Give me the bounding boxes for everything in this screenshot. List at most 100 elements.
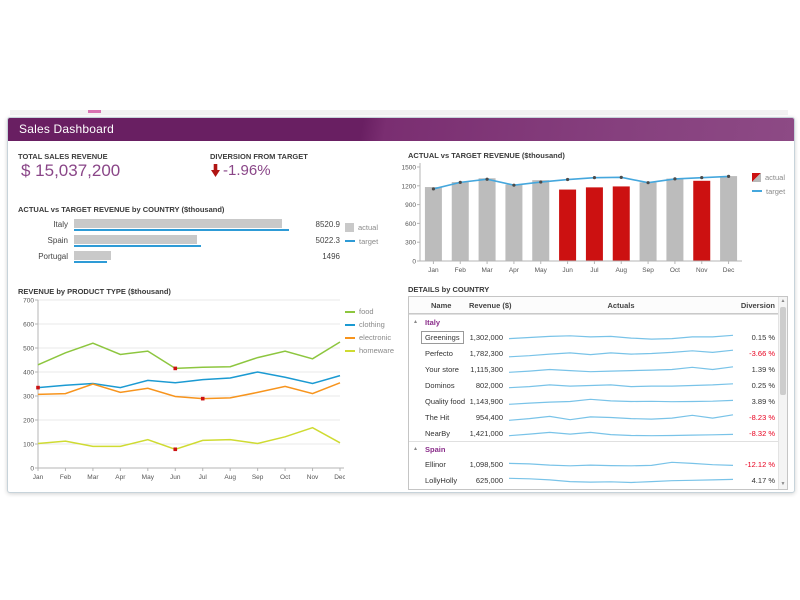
min-marker-clothing[interactable]	[36, 386, 40, 390]
target-line-spain[interactable]	[74, 245, 201, 247]
legend-item-homeware[interactable]: homeware	[345, 344, 394, 357]
svg-text:Jul: Jul	[199, 474, 208, 481]
monthly-bar-chart: 030060090012001500JanFebMarAprMayJunJulA…	[400, 158, 756, 276]
target-point-apr[interactable]	[512, 184, 515, 187]
monthly-bar-nov[interactable]	[693, 181, 710, 261]
svg-text:200: 200	[23, 418, 34, 425]
group-row-italy[interactable]: ▴Italy	[409, 314, 787, 329]
row-name[interactable]: Dominos	[425, 381, 455, 390]
scroll-up-icon[interactable]: ▲	[779, 297, 787, 306]
svg-text:Aug: Aug	[615, 267, 627, 274]
collapse-icon[interactable]: ▴	[414, 318, 417, 325]
actual-bar-italy[interactable]	[74, 219, 282, 228]
series-line-clothing[interactable]	[38, 372, 340, 388]
monthly-bar-aug[interactable]	[613, 186, 630, 261]
legend-item-actual[interactable]: actual	[345, 220, 378, 234]
min-marker-electronic[interactable]	[201, 397, 205, 401]
monthly-bar-apr[interactable]	[505, 185, 522, 261]
table-row-greenings[interactable]: Greenings1,302,0000.15 %	[409, 329, 787, 345]
target-point-jun[interactable]	[566, 178, 569, 181]
table-row-perfecto[interactable]: Perfecto1,782,300-3.66 %	[409, 345, 787, 361]
table-scrollbar[interactable]: ▲ ▼	[778, 297, 787, 489]
table-row-the-hit[interactable]: The Hit954,400-8.23 %	[409, 409, 787, 425]
target-point-mar[interactable]	[485, 178, 488, 181]
row-name[interactable]: LollyHolly	[425, 476, 457, 485]
collapse-icon[interactable]: ▴	[414, 445, 417, 452]
monthly-bar-oct[interactable]	[666, 179, 683, 261]
svg-text:Jun: Jun	[170, 474, 181, 481]
svg-text:700: 700	[23, 298, 34, 305]
actual-bar-portugal[interactable]	[74, 251, 111, 260]
target-line-portugal[interactable]	[74, 261, 107, 263]
legend-item-target[interactable]: target	[752, 184, 785, 198]
legend-item-electronic[interactable]: electronic	[345, 331, 394, 344]
row-name[interactable]: NearBy	[425, 429, 450, 438]
target-point-jul[interactable]	[593, 176, 596, 179]
target-point-nov[interactable]	[700, 176, 703, 179]
svg-text:Jun: Jun	[562, 267, 573, 274]
svg-text:May: May	[142, 474, 155, 481]
svg-text:Nov: Nov	[696, 267, 708, 274]
monthly-bar-feb[interactable]	[452, 182, 469, 261]
svg-text:Jan: Jan	[33, 474, 44, 481]
target-point-feb[interactable]	[459, 181, 462, 184]
column-header-revenue[interactable]: Revenue ($)	[469, 301, 512, 310]
actual-bar-spain[interactable]	[74, 235, 197, 244]
monthly-bar-dec[interactable]	[720, 176, 737, 261]
target-point-aug[interactable]	[620, 176, 623, 179]
legend-item-food[interactable]: food	[345, 305, 394, 318]
actuals-sparkline	[507, 394, 735, 408]
table-row-ellinor[interactable]: Ellinor1,098,500-12.12 %	[409, 456, 787, 472]
group-row-spain[interactable]: ▴ Spain	[409, 441, 787, 456]
target-point-jan[interactable]	[432, 187, 435, 190]
legend-item-actual[interactable]: actual	[752, 170, 785, 184]
series-line-food[interactable]	[38, 342, 340, 368]
monthly-bar-may[interactable]	[532, 180, 549, 261]
svg-text:500: 500	[23, 346, 34, 353]
column-header-name[interactable]: Name	[431, 301, 451, 310]
row-name[interactable]: The Hit	[425, 413, 449, 422]
scroll-down-icon[interactable]: ▼	[779, 480, 787, 489]
min-marker-homeware[interactable]	[173, 447, 177, 451]
svg-text:300: 300	[405, 240, 416, 247]
table-row-dominos[interactable]: Dominos802,0000.25 %	[409, 377, 787, 393]
svg-text:600: 600	[405, 221, 416, 228]
row-name[interactable]: Perfecto	[425, 349, 453, 358]
min-marker-food[interactable]	[173, 367, 177, 371]
svg-text:Jan: Jan	[428, 267, 439, 274]
series-line-homeware[interactable]	[38, 428, 340, 450]
legend-item-target[interactable]: target	[345, 234, 378, 248]
monthly-bar-jul[interactable]	[586, 187, 603, 261]
table-row-nearby[interactable]: NearBy1,421,000-8.32 %	[409, 425, 787, 441]
country-value: 5022.3	[286, 236, 340, 245]
monthly-bar-mar[interactable]	[479, 178, 496, 261]
target-point-sep[interactable]	[646, 181, 649, 184]
target-point-oct[interactable]	[673, 177, 676, 180]
country-row-portugal: Portugal1496	[18, 251, 343, 264]
scrollbar-thumb[interactable]	[780, 307, 786, 395]
monthly-bar-jun[interactable]	[559, 190, 576, 261]
row-name[interactable]: Ellinor	[425, 460, 446, 469]
target-point-dec[interactable]	[727, 175, 730, 178]
svg-text:Dec: Dec	[723, 267, 735, 274]
diversion-value: -1.96%	[223, 162, 271, 179]
column-header-diversion[interactable]: Diversion	[715, 301, 775, 310]
row-diversion: 1.39 %	[715, 365, 775, 374]
target-line[interactable]	[433, 176, 728, 189]
table-row-your-store[interactable]: Your store1,115,3001.39 %	[409, 361, 787, 377]
column-header-actuals[interactable]: Actuals	[507, 301, 735, 310]
legend-label: electronic	[359, 333, 391, 342]
group-name: Spain	[425, 445, 445, 454]
monthly-bar-jan[interactable]	[425, 187, 442, 261]
target-line-italy[interactable]	[74, 229, 289, 231]
table-row-quality-food[interactable]: Quality food1,143,9003.89 %	[409, 393, 787, 409]
legend-item-clothing[interactable]: clothing	[345, 318, 394, 331]
row-name[interactable]: Your store	[425, 365, 459, 374]
table-row-lollyholly[interactable]: LollyHolly625,0004.17 %	[409, 472, 787, 488]
row-revenue: 1,421,000	[455, 429, 503, 438]
row-diversion: 4.17 %	[715, 476, 775, 485]
row-diversion: 3.89 %	[715, 397, 775, 406]
monthly-bar-sep[interactable]	[640, 182, 657, 261]
target-point-may[interactable]	[539, 180, 542, 183]
row-revenue: 1,098,500	[455, 460, 503, 469]
